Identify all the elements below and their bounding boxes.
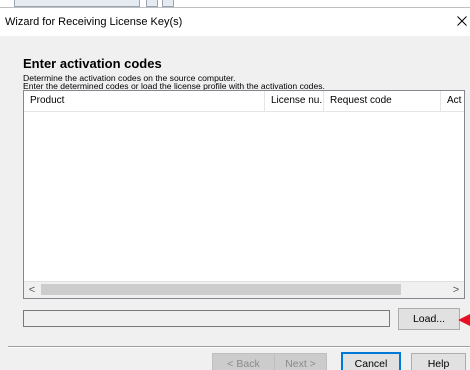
cancel-button[interactable]: Cancel [341, 352, 401, 370]
column-header-license-number[interactable]: License nu... [265, 91, 324, 111]
next-button[interactable]: Next > [274, 353, 327, 370]
background-icon [146, 0, 158, 7]
activation-codes-list[interactable]: Product License nu... Request code Act <… [23, 90, 465, 299]
help-button[interactable]: Help [411, 353, 466, 370]
chevron-left-icon: < [28, 284, 36, 296]
screen: Wizard for Receiving License Key(s) Ente… [0, 0, 470, 370]
wizard-content: Enter activation codes Determine the act… [0, 36, 470, 370]
background-tab [14, 0, 140, 7]
column-header-request-code[interactable]: Request code [324, 91, 441, 111]
license-profile-path-field[interactable] [23, 310, 390, 327]
horizontal-scrollbar[interactable]: < > [24, 281, 464, 298]
list-header: Product License nu... Request code Act [24, 91, 464, 112]
column-header-activation-code[interactable]: Act [441, 91, 464, 111]
red-pointer-arrow-icon [458, 314, 470, 326]
wizard-dialog: Wizard for Receiving License Key(s) Ente… [0, 7, 470, 370]
back-button[interactable]: < Back [212, 353, 275, 370]
load-button[interactable]: Load... [398, 308, 460, 330]
page-heading: Enter activation codes [23, 56, 162, 71]
chevron-right-icon: > [452, 284, 460, 296]
title-bar: Wizard for Receiving License Key(s) [0, 8, 470, 36]
scroll-left-button[interactable]: < [24, 282, 40, 298]
button-separator [8, 346, 470, 348]
close-icon [457, 16, 467, 26]
scroll-right-button[interactable]: > [448, 282, 464, 298]
close-button[interactable] [454, 10, 470, 32]
window-title: Wizard for Receiving License Key(s) [5, 16, 183, 28]
scroll-thumb[interactable] [41, 284, 401, 295]
column-header-product[interactable]: Product [24, 91, 265, 111]
background-icon [162, 0, 174, 7]
